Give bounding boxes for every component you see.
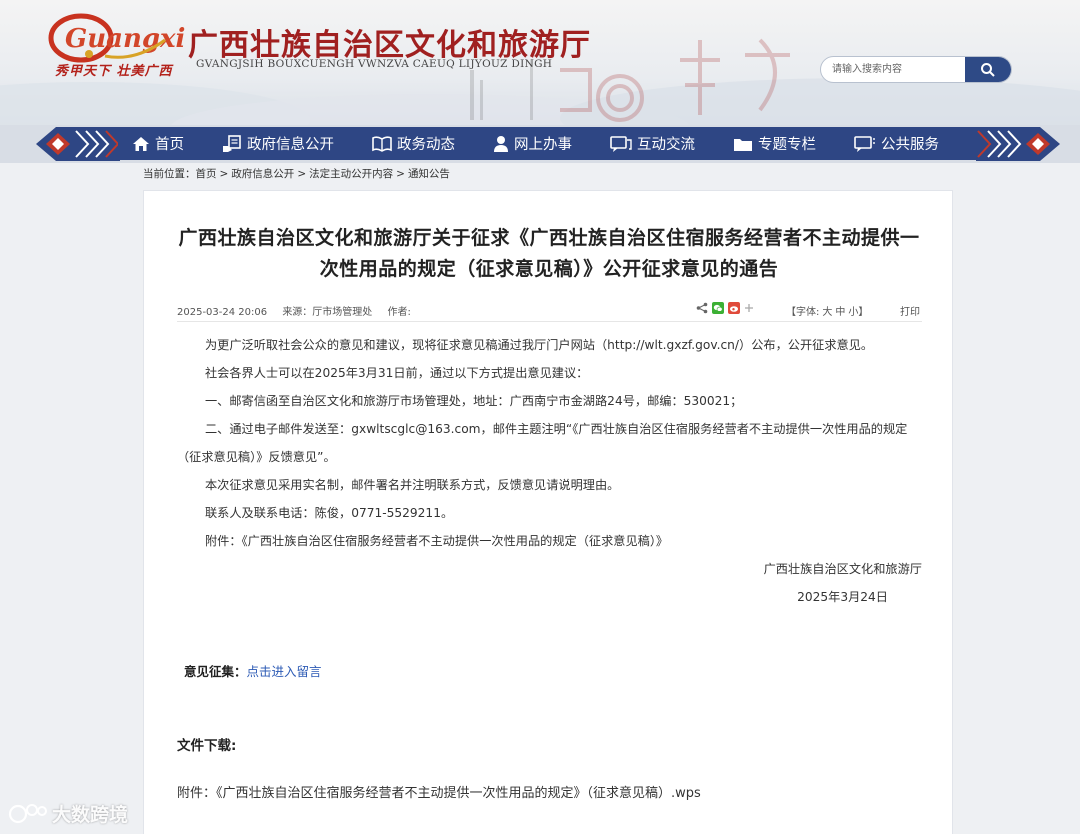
nav-item-gov-info[interactable]: 政府信息公开 [222, 127, 334, 160]
leave-message-link[interactable]: 点击进入留言 [247, 664, 322, 679]
search-input[interactable] [821, 57, 966, 82]
body-paragraph: 联系人及联系电话：陈俊，0771-5529211。 [205, 506, 454, 520]
article-title: 广西壮族自治区文化和旅游厅关于征求《广西壮族自治区住宿服务经营者不主动提供一次性… [178, 227, 920, 280]
watermark-text: 大数跨境 [52, 804, 129, 826]
article-author: 作者: [387, 307, 411, 318]
article-card: 广西壮族自治区文化和旅游厅关于征求《广西壮族自治区住宿服务经营者不主动提供一次性… [143, 190, 953, 834]
nav-label-home: 首页 [155, 137, 184, 153]
nav-label-special-topics: 专题专栏 [758, 137, 816, 153]
nav-menu: 首页 政府信息公开 政务动态 网上办事 互动交流 专题专栏 公共服务 [118, 127, 978, 160]
breadcrumb: 当前位置：首页 > 政府信息公开 > 法定主动公开内容 > 通知公告 [143, 166, 450, 181]
nav-right-ornament-icon [976, 127, 1060, 161]
nav-label-gov-info: 政府信息公开 [247, 137, 334, 153]
download-title: 文件下载: [177, 738, 237, 754]
weibo-icon[interactable] [728, 302, 740, 314]
font-size-label: 【字体: [786, 307, 820, 318]
opinion-label: 意见征集： [184, 664, 247, 679]
font-size-medium[interactable]: 中 [835, 307, 845, 318]
nav-item-special-topics[interactable]: 专题专栏 [733, 127, 816, 160]
nav-label-public-service: 公共服务 [881, 137, 939, 153]
body-paragraph: 为更广泛听取社会公众的意见和建议，现将征求意见稿通过我厅门户网站（http://… [205, 338, 874, 352]
opinion-collection: 意见征集：点击进入留言 [184, 661, 322, 680]
site-slogan: 秀甲天下 壮美广西 [55, 64, 173, 79]
attachment-link[interactable]: 附件：《广西壮族自治区住宿服务经营者不主动提供一次性用品的规定》（征求意见稿）.… [177, 782, 701, 801]
article-source: 来源：厅市场管理处 [282, 307, 373, 318]
nav-item-online-service[interactable]: 网上办事 [493, 127, 572, 160]
site-subtitle: GVANGJSIH BOUXCUENGH VWNZVA CAEUQ LIJYOU… [196, 58, 553, 70]
search-button[interactable] [965, 57, 1011, 82]
watermark-logo-icon [8, 803, 47, 823]
person-icon [494, 136, 508, 152]
message-icon [854, 135, 875, 152]
hand-document-icon [223, 134, 241, 152]
breadcrumb-legal-content[interactable]: 法定主动公开内容 [309, 168, 393, 180]
breadcrumb-gov-info[interactable]: 政府信息公开 [231, 168, 294, 180]
print-button[interactable]: 打印 [900, 303, 920, 318]
nav-label-online-service: 网上办事 [514, 137, 572, 153]
font-size-large[interactable]: 大 [822, 307, 832, 318]
font-size-small[interactable]: 小】 [848, 307, 868, 318]
breadcrumb-notices[interactable]: 通知公告 [408, 168, 450, 180]
main-nav: 首页 政府信息公开 政务动态 网上办事 互动交流 专题专栏 公共服务 [0, 125, 1080, 163]
breadcrumb-separator: > [396, 168, 405, 180]
share-icons [696, 302, 754, 314]
breadcrumb-home[interactable]: 首页 [196, 168, 217, 180]
logo-text: Guangxi [65, 24, 185, 54]
watermark: 大数跨境 [8, 800, 128, 827]
meta-divider [177, 321, 922, 322]
article-tools: 【字体: 大中小】 打印 [696, 302, 922, 318]
nav-item-interaction[interactable]: 互动交流 [610, 127, 695, 160]
body-paragraph: 社会各界人士可以在2025年3月31日前，通过以下方式提出意见建议： [205, 366, 589, 380]
search-icon [981, 62, 995, 77]
publish-date: 2025-03-24 20:06 [177, 307, 268, 318]
nav-item-home[interactable]: 首页 [132, 127, 184, 160]
breadcrumb-separator: > [297, 168, 307, 180]
font-size-control: 【字体: 大中小】 [786, 303, 868, 318]
home-icon [133, 136, 149, 151]
plus-icon[interactable] [744, 303, 754, 313]
share-icon[interactable] [696, 302, 708, 314]
search-box [820, 56, 1012, 83]
breadcrumb-separator: > [219, 168, 229, 180]
body-paragraph: 本次征求意见采用实名制，邮件署名并注明联系方式，反馈意见请说明理由。 [205, 478, 620, 492]
nav-item-public-service[interactable]: 公共服务 [854, 127, 939, 160]
book-icon [372, 135, 392, 152]
body-paragraph: 一、邮寄信函至自治区文化和旅游厅市场管理处，地址：广西南宁市金湖路24号，邮编：… [205, 394, 743, 408]
body-paragraph: 附件：《广西壮族自治区住宿服务经营者不主动提供一次性用品的规定（征求意见稿）》 [205, 534, 669, 548]
nav-left-ornament-icon [36, 127, 120, 161]
nav-label-gov-news: 政务动态 [397, 137, 455, 153]
folder-icon [734, 138, 752, 151]
nav-label-interaction: 互动交流 [637, 137, 695, 153]
breadcrumb-prefix: 当前位置： [143, 168, 196, 180]
site-header: Guangxi 秀甲天下 壮美广西 广西壮族自治区文化和旅游厅 GVANGJSI… [0, 0, 1080, 130]
article-meta: 2025-03-24 20:06 来源：厅市场管理处 作者: [177, 303, 423, 318]
nav-item-gov-news[interactable]: 政务动态 [372, 127, 455, 160]
article-body: 为更广泛听取社会公众的意见和建议，现将征求意见稿通过我厅门户网站（http://… [177, 331, 922, 611]
signature-date: 2025年3月24日 [797, 590, 888, 604]
body-paragraph: 二、通过电子邮件发送至：gxwltscglc@163.com，邮件主题注明“《广… [177, 422, 908, 464]
wechat-icon[interactable] [712, 302, 724, 314]
chat-icon [610, 135, 632, 152]
signature: 广西壮族自治区文化和旅游厅 [763, 562, 922, 576]
